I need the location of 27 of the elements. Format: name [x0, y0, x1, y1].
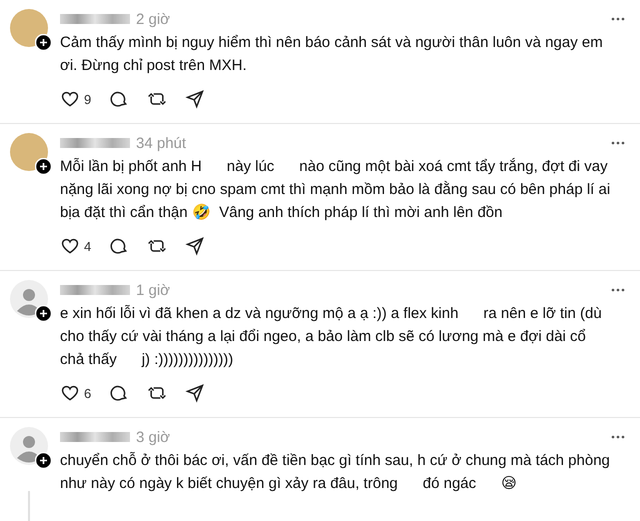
like-button[interactable]: 4 [60, 236, 92, 256]
post-time: 3 giờ [136, 428, 170, 446]
post-time: 34 phút [136, 134, 186, 152]
follow-plus-icon[interactable] [35, 452, 52, 469]
share-icon[interactable] [185, 236, 206, 256]
blurred-username [60, 14, 130, 24]
share-icon[interactable] [185, 383, 206, 403]
follow-plus-icon[interactable] [35, 305, 52, 322]
comment-text: chuyển chỗ ở thôi bác ơi, vấn đề tiền bạc gì tính sau, h cứ ở chung mà tách phòng như này có ngày k biết chuyện gì xảy ra đâu, trông đó ngác 😪 [60, 451, 611, 494]
comment-icon[interactable] [109, 236, 130, 256]
follow-plus-icon[interactable] [35, 34, 52, 51]
like-button[interactable]: 6 [60, 383, 92, 403]
comment-icon[interactable] [109, 89, 130, 109]
blurred-username [60, 285, 130, 295]
share-icon[interactable] [185, 89, 206, 109]
comment-text: Mỗi lần bị phốt anh H này lúc nào cũng một bài xoá cmt tẩy trắng, đợt đi vay nặng lãi xong nợ bị cno spam cmt thì mạnh mồm bảo là đằng sau có bên pháp lí ai bịa đặt thì cẩn thận 🤣 Vâng anh thích pháp lí thì mời anh lên đồn [60, 157, 612, 223]
post-time: 1 giờ [136, 282, 170, 298]
comment-icon[interactable] [109, 383, 130, 403]
avatar-photo-placeholder[interactable] [10, 9, 48, 47]
comment-text: e xin hối lỗi vì đã khen a dz và ngưỡng mộ a ạ :)) a flex kinh ra nên e lỡ tin (dù cho thấy cứ vài tháng a lại đổi ngeo, a bảo làm clb sẽ có lương mà e đợi dài cổ chả thấy j) :))))))))))))))) [60, 304, 603, 370]
blurred-username [60, 138, 130, 148]
like-button[interactable]: 9 [60, 89, 92, 109]
comment-text: Cảm thấy mình bị nguy hiểm thì nên báo cảnh sát và người thân luôn và ngay em ơi. Đừng chỉ post trên MXH. [60, 33, 604, 76]
follow-plus-icon[interactable] [35, 158, 52, 175]
avatar-photo-placeholder[interactable] [10, 133, 48, 171]
blurred-username [60, 432, 130, 442]
post-time: 2 giờ [136, 10, 170, 28]
